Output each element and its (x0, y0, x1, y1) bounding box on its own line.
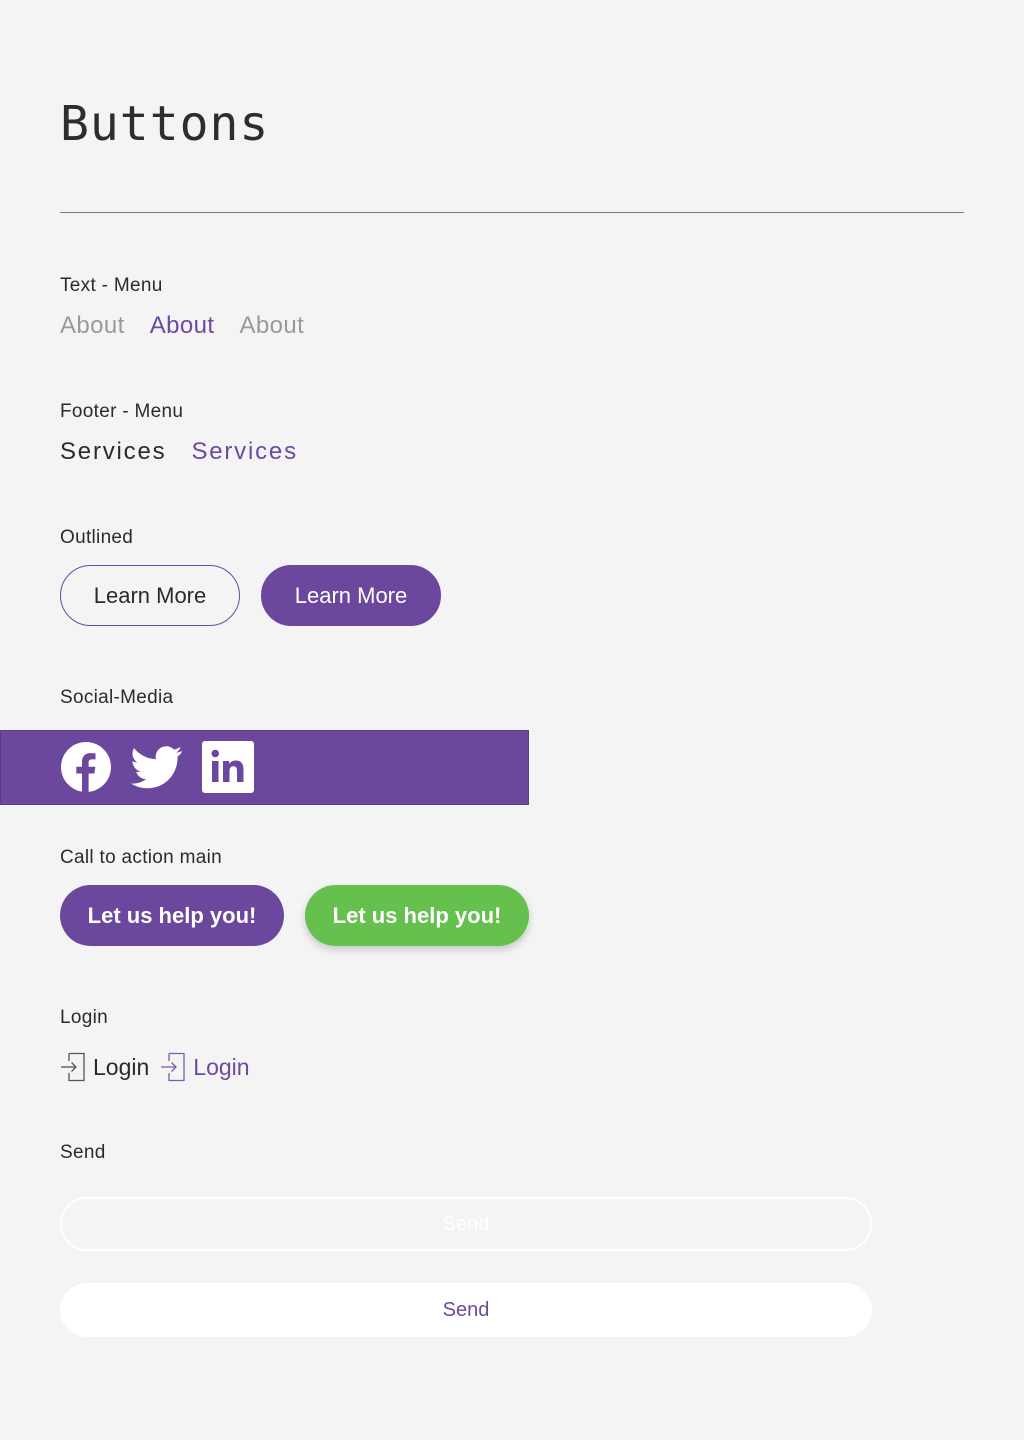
section-label-social-media: Social-Media (60, 687, 174, 708)
facebook-icon[interactable] (60, 741, 112, 793)
send-solid-button[interactable]: Send (60, 1283, 872, 1337)
login-link-active[interactable]: Login (160, 1052, 250, 1082)
linkedin-icon[interactable] (202, 741, 254, 793)
section-label-outlined: Outlined (60, 527, 134, 548)
menu-link-about-disabled[interactable]: About (239, 310, 304, 342)
footer-link-services-active[interactable]: Services (191, 436, 297, 468)
learn-more-outline-button[interactable]: Learn More (60, 565, 240, 626)
let-us-help-purple-button[interactable]: Let us help you! (60, 885, 284, 946)
login-label: Login (193, 1054, 250, 1080)
page-title: Buttons (60, 96, 270, 152)
login-icon (61, 1052, 85, 1082)
let-us-help-green-button[interactable]: Let us help you! (305, 885, 529, 946)
section-label-text-menu: Text - Menu (60, 275, 163, 296)
section-label-send: Send (60, 1142, 106, 1163)
section-label-cta: Call to action main (60, 847, 222, 868)
footer-menu: Services Services (60, 436, 323, 468)
cta-buttons: Let us help you! Let us help you! (60, 885, 550, 946)
text-menu: About About About (60, 310, 329, 342)
menu-link-about-default[interactable]: About (60, 310, 125, 342)
learn-more-filled-button[interactable]: Learn More (261, 565, 441, 626)
title-divider (60, 212, 964, 213)
social-media-bar (0, 730, 529, 805)
outlined-buttons: Learn More Learn More (60, 565, 462, 626)
section-label-footer-menu: Footer - Menu (60, 401, 184, 422)
twitter-icon[interactable] (131, 741, 183, 793)
login-links: Login Login (60, 1052, 261, 1082)
login-icon (161, 1052, 185, 1082)
send-ghost-button[interactable]: Send (60, 1197, 872, 1251)
menu-link-about-active[interactable]: About (150, 310, 215, 342)
footer-link-services-default[interactable]: Services (60, 436, 166, 468)
section-label-login: Login (60, 1007, 108, 1028)
login-link-default[interactable]: Login (60, 1052, 149, 1082)
login-label: Login (93, 1054, 150, 1080)
